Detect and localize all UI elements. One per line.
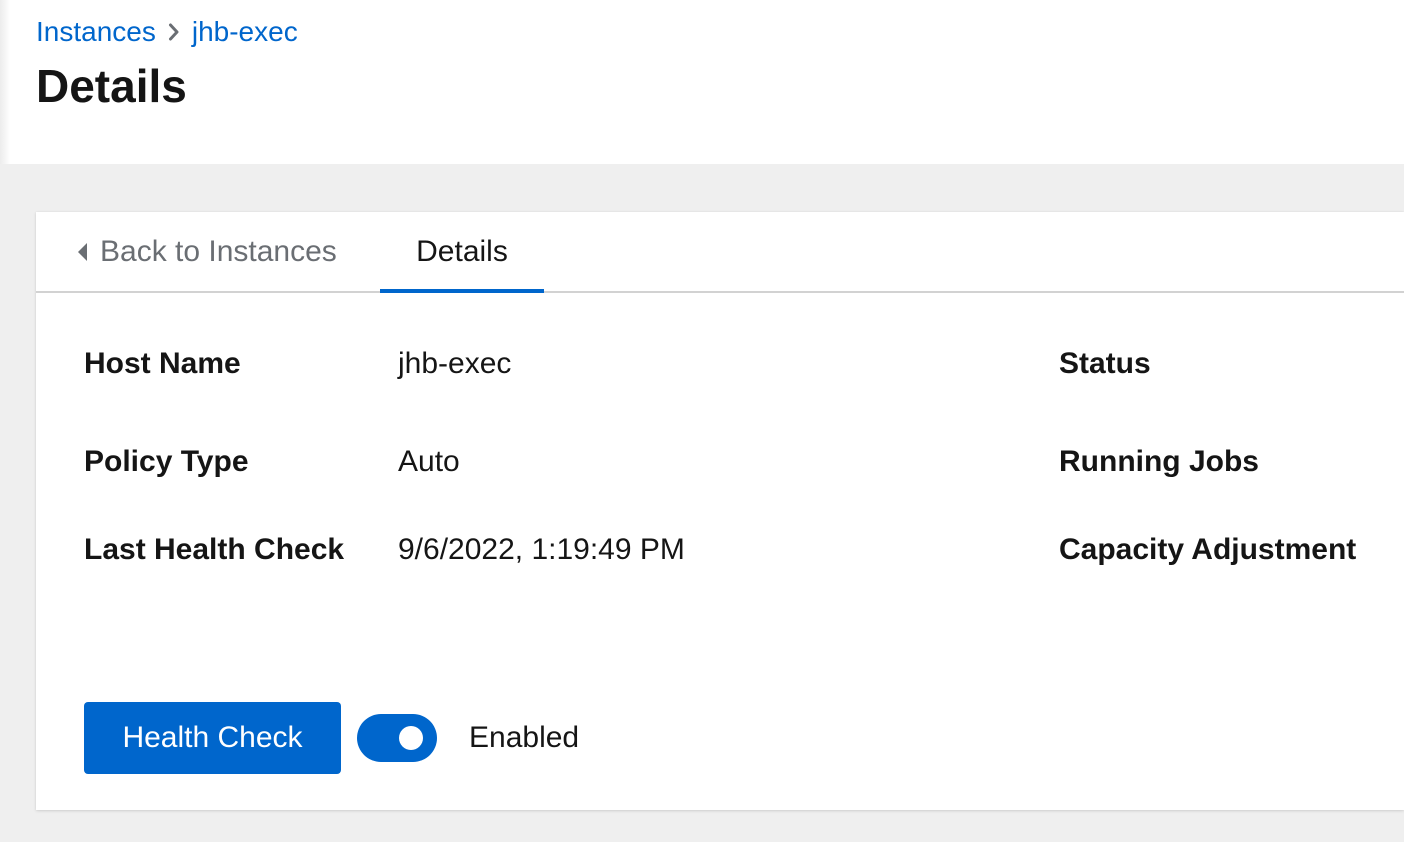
tab-details-label: Details bbox=[416, 234, 508, 268]
host-name-value: jhb-exec bbox=[398, 347, 512, 380]
toggle-knob bbox=[399, 726, 423, 750]
status-label: Status bbox=[1059, 347, 1151, 380]
enabled-toggle[interactable] bbox=[357, 714, 437, 762]
details-card: Back to Instances Details Host Name jhb-… bbox=[36, 212, 1404, 810]
tab-back-to-instances[interactable]: Back to Instances bbox=[78, 212, 337, 291]
tab-details[interactable]: Details bbox=[380, 212, 544, 293]
page-title: Details bbox=[36, 60, 187, 112]
page-header: Instances jhb-exec Details bbox=[0, 0, 1404, 164]
enabled-toggle-label: Enabled bbox=[469, 721, 580, 754]
chevron-right-icon bbox=[156, 23, 192, 41]
tab-bar: Back to Instances Details bbox=[36, 212, 1404, 293]
breadcrumb: Instances jhb-exec bbox=[36, 14, 298, 50]
host-name-label: Host Name bbox=[84, 347, 241, 380]
policy-type-label: Policy Type bbox=[84, 445, 249, 478]
caret-left-icon bbox=[78, 242, 87, 261]
tab-back-label: Back to Instances bbox=[100, 234, 337, 268]
capacity-adjustment-label: Capacity Adjustment bbox=[1059, 533, 1357, 566]
last-health-check-label: Last Health Check bbox=[84, 533, 345, 566]
running-jobs-label: Running Jobs bbox=[1059, 445, 1259, 478]
breadcrumb-link-jhb-exec[interactable]: jhb-exec bbox=[192, 16, 298, 48]
health-check-button[interactable]: Health Check bbox=[84, 702, 341, 774]
breadcrumb-link-instances[interactable]: Instances bbox=[36, 16, 156, 48]
last-health-check-value: 9/6/2022, 1:19:49 PM bbox=[398, 533, 685, 566]
policy-type-value: Auto bbox=[398, 445, 460, 478]
